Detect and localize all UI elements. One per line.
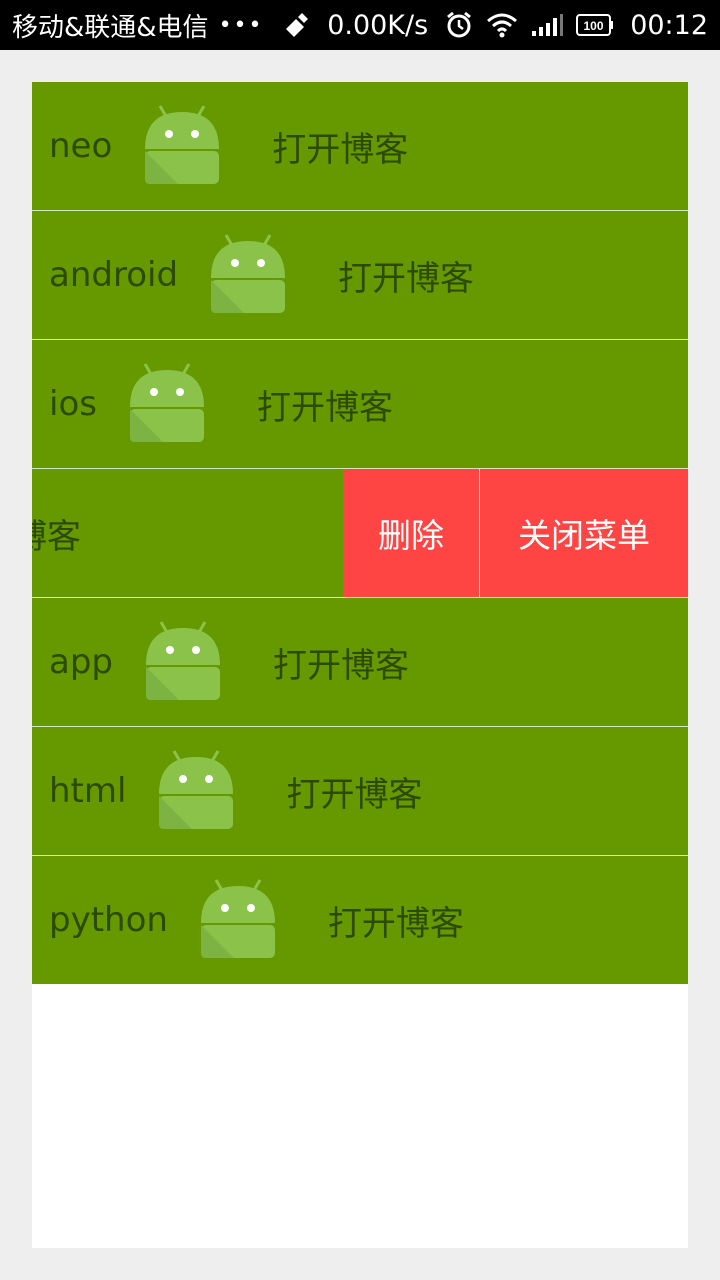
status-bar: 移动&联通&电信 ••• 0.00K/s 100 00:12 bbox=[0, 0, 720, 50]
signal-icon bbox=[532, 14, 564, 36]
carrier-label: 移动&联通&电信 bbox=[12, 12, 209, 43]
open-blog-label[interactable]: 打开博客 bbox=[338, 251, 474, 300]
android-icon bbox=[129, 363, 204, 442]
close-menu-button[interactable]: 关闭菜单 bbox=[480, 469, 688, 597]
network-speed: 0.00K/s bbox=[327, 9, 429, 41]
battery-icon: 100 bbox=[576, 14, 614, 36]
delete-button-label: 删除 bbox=[378, 516, 444, 555]
list-item[interactable]: python 打开博客 bbox=[32, 856, 688, 984]
list-item[interactable]: app 打开博客 bbox=[32, 598, 688, 726]
list-item[interactable]: neo 打开博客 bbox=[32, 82, 688, 210]
more-notifications-icon: ••• bbox=[218, 12, 264, 38]
item-name: python bbox=[49, 900, 168, 940]
list-item[interactable]: android 打开博客 bbox=[32, 211, 688, 339]
list-item-swiped[interactable]: 打开博客 删除 关闭菜单 bbox=[32, 469, 688, 597]
delete-button[interactable]: 删除 bbox=[343, 469, 479, 597]
open-blog-label[interactable]: 打开博客 bbox=[273, 638, 409, 687]
item-name: html bbox=[49, 771, 127, 811]
list-item[interactable]: ios 打开博客 bbox=[32, 340, 688, 468]
clock: 00:12 bbox=[630, 9, 708, 41]
blog-list[interactable]: neo 打开博客 android 打开博客 ios 打开博客 客 删除 关闭菜单… bbox=[32, 82, 688, 1248]
close-menu-label: 关闭菜单 bbox=[518, 516, 650, 555]
alarm-icon bbox=[447, 11, 472, 38]
android-icon bbox=[146, 621, 220, 700]
usb-debug-icon bbox=[285, 13, 308, 37]
item-name: android bbox=[49, 255, 179, 295]
open-blog-label[interactable]: 打开博客 bbox=[328, 896, 464, 945]
android-icon bbox=[211, 234, 286, 313]
item-name: neo bbox=[49, 126, 113, 166]
list-item[interactable]: html 打开博客 bbox=[32, 727, 688, 855]
open-blog-label[interactable]: 打开博客 bbox=[257, 380, 393, 429]
android-icon bbox=[145, 105, 220, 184]
wifi-icon bbox=[487, 13, 518, 38]
battery-level: 100 bbox=[584, 19, 604, 33]
item-name: app bbox=[49, 642, 113, 682]
open-blog-label[interactable]: 打开博客 bbox=[32, 509, 81, 558]
android-icon bbox=[159, 750, 234, 829]
item-name: ios bbox=[49, 384, 97, 424]
android-icon bbox=[200, 879, 275, 958]
open-blog-label[interactable]: 打开博客 bbox=[272, 122, 408, 171]
open-blog-label[interactable]: 打开博客 bbox=[286, 767, 422, 816]
